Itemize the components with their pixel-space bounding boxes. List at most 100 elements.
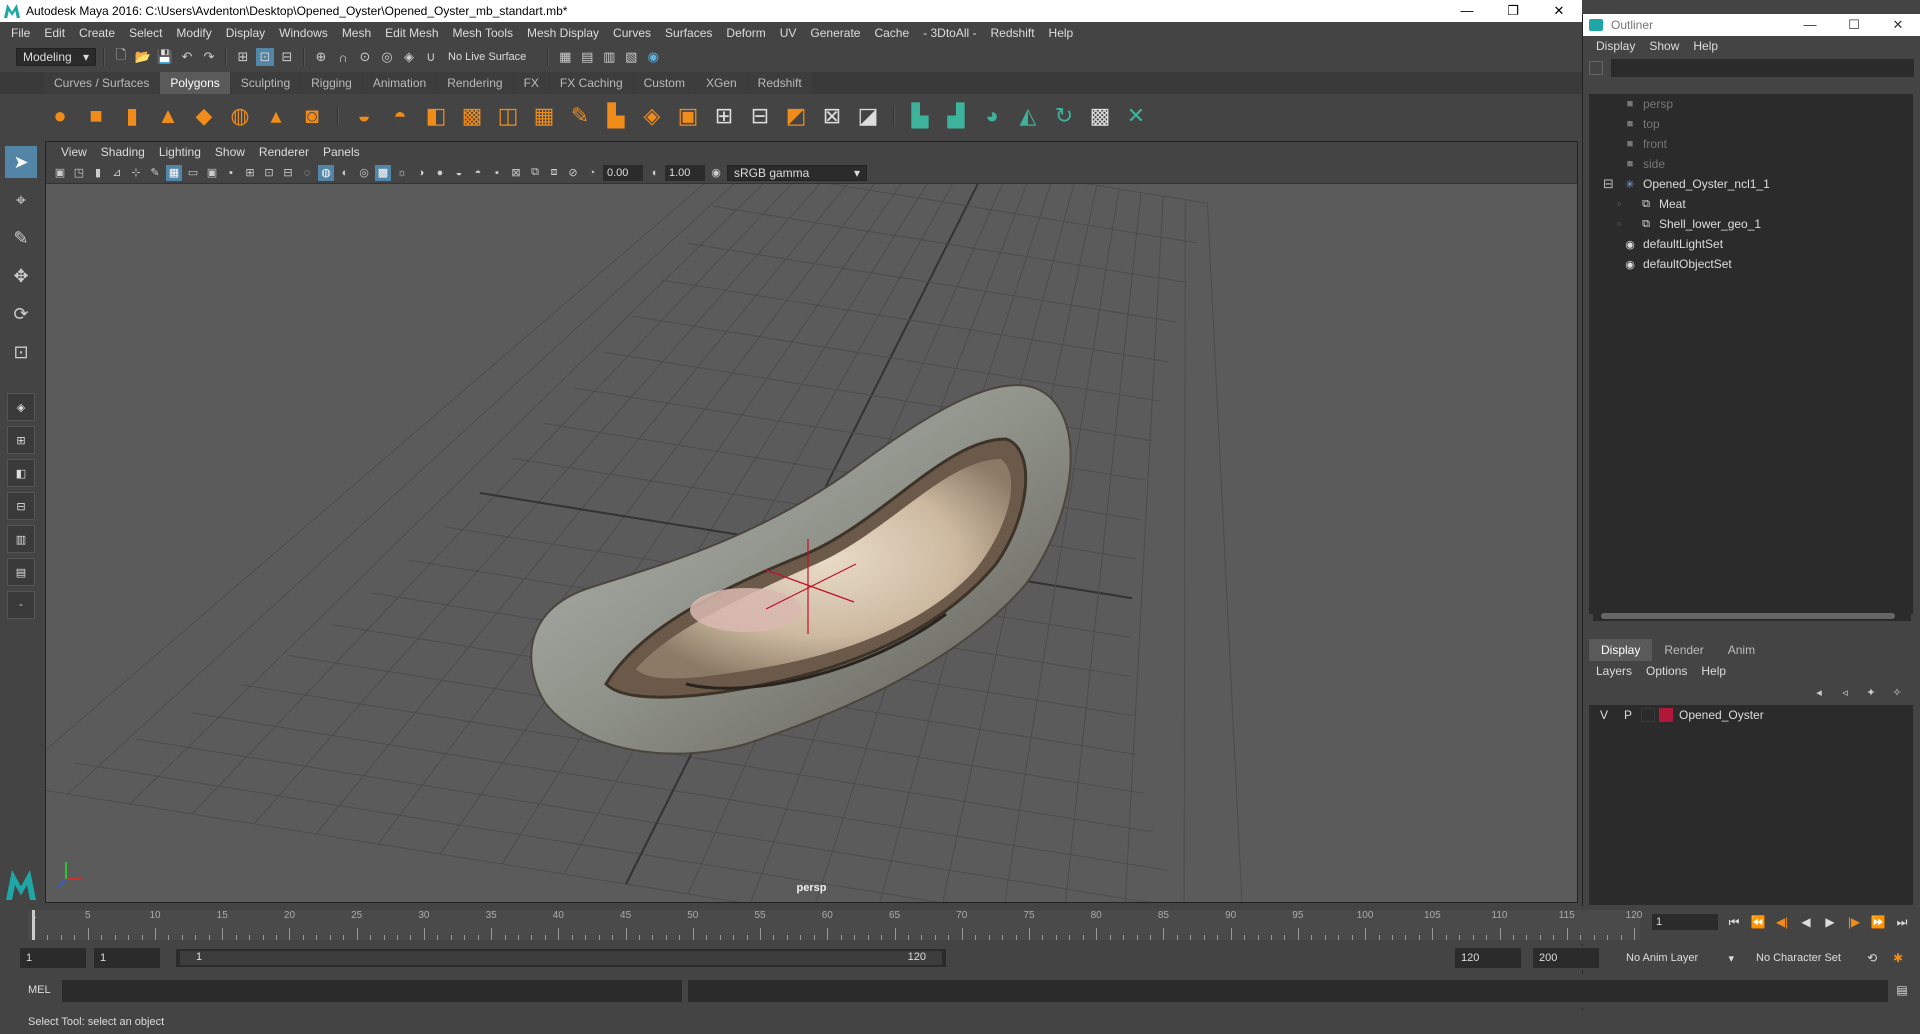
playback-start-field[interactable]: 1	[94, 948, 160, 968]
step-forward-key-icon[interactable]: |▶	[1846, 914, 1862, 930]
poly-sphere-icon[interactable]: ●	[46, 102, 74, 130]
outliner-item[interactable]: ○ ⧉ Shell_lower_geo_1	[1589, 214, 1913, 234]
append-icon[interactable]: ◪	[854, 102, 882, 130]
viewport-menu-lighting[interactable]: Lighting	[152, 145, 208, 159]
menu-cache[interactable]: Cache	[867, 26, 916, 40]
shelf-tab-rendering[interactable]: Rendering	[437, 72, 513, 94]
move-layer-up-icon[interactable]: ◂	[1811, 684, 1827, 700]
menu-select[interactable]: Select	[122, 26, 169, 40]
step-forward-frame-icon[interactable]: ⏩	[1870, 914, 1886, 930]
xray-joints-icon[interactable]: ⊘	[565, 165, 581, 181]
persp-outliner-layout-icon[interactable]: ▥	[7, 525, 35, 553]
shelf-tab-curves-surfaces[interactable]: Curves / Surfaces	[44, 72, 160, 94]
time-slider-track[interactable]: 1510152025303540455055606570758085909510…	[28, 910, 1642, 940]
snap-grid-icon[interactable]: ⊕	[312, 48, 330, 66]
bookmark-icon[interactable]: ▮	[90, 165, 106, 181]
close-button[interactable]: ✕	[1536, 0, 1582, 22]
uv-cylindrical-icon[interactable]: ▟	[942, 102, 970, 130]
restore-button[interactable]: ❐	[1490, 0, 1536, 22]
range-slider-fill[interactable]	[180, 951, 942, 965]
shelf-tab-xgen[interactable]: XGen	[695, 72, 747, 94]
poly-cylinder-icon[interactable]: ▮	[118, 102, 146, 130]
smooth-icon[interactable]: ▩	[458, 102, 486, 130]
mode-dropdown[interactable]: Modeling ▾	[16, 48, 96, 66]
collapse-icon[interactable]: ◩	[782, 102, 810, 130]
new-empty-layer-icon[interactable]: ✦	[1863, 684, 1879, 700]
layer-visibility-toggle[interactable]: V	[1595, 708, 1613, 722]
scene-canvas[interactable]	[46, 184, 1577, 902]
wireframe-icon[interactable]: ◌	[299, 165, 315, 181]
paint-select-tool-icon[interactable]: ✎	[5, 222, 37, 254]
anti-aliasing-icon[interactable]: ◓	[470, 165, 486, 181]
viewport-panel[interactable]: View Shading Lighting Show Renderer Panels ▣ …	[45, 141, 1578, 903]
outliner-menu-help[interactable]: Help	[1686, 39, 1725, 53]
menu-create[interactable]: Create	[72, 26, 122, 40]
fill-hole-icon[interactable]: ▣	[674, 102, 702, 130]
range-slider[interactable]: 1 120	[176, 949, 946, 967]
layer-color-swatch[interactable]	[1659, 708, 1673, 722]
render-settings-icon[interactable]: ▦	[556, 48, 574, 66]
render-frame-icon[interactable]: ▤	[578, 48, 596, 66]
bevel-icon[interactable]: ◈	[638, 102, 666, 130]
shelf-tab-rigging[interactable]: Rigging	[301, 72, 362, 94]
poly-pipe-icon[interactable]: ◙	[298, 102, 326, 130]
shelf-tab-polygons[interactable]: Polygons	[160, 72, 230, 94]
insert-edge-loop-icon[interactable]: ▙	[602, 102, 630, 130]
oyster-model[interactable]	[530, 384, 1072, 755]
poly-pyramid-icon[interactable]: ▴	[262, 102, 290, 130]
menu-uv[interactable]: UV	[773, 26, 804, 40]
more-layouts-icon[interactable]: -	[7, 591, 35, 619]
viewport-menu-panels[interactable]: Panels	[316, 145, 367, 159]
camera-attributes-icon[interactable]: ◳	[71, 165, 87, 181]
gamma-icon[interactable]: ◖	[646, 165, 662, 181]
menu-windows[interactable]: Windows	[272, 26, 335, 40]
shelf-tab-custom[interactable]: Custom	[633, 72, 695, 94]
menu-curves[interactable]: Curves	[606, 26, 658, 40]
grid-toggle-icon[interactable]: ▦	[166, 164, 182, 181]
snap-point-icon[interactable]: ⊙	[356, 48, 374, 66]
2d-pan-zoom-icon[interactable]: ⊹	[128, 165, 144, 181]
redo-icon[interactable]: ↷	[200, 48, 218, 66]
outliner-minimize-button[interactable]: —	[1788, 17, 1832, 33]
outliner-item[interactable]: ■ front	[1589, 134, 1913, 154]
layer-menu-layers[interactable]: Layers	[1589, 664, 1639, 678]
menu-3dtoall[interactable]: - 3DtoAll -	[916, 26, 983, 40]
menu-display[interactable]: Display	[219, 26, 272, 40]
step-back-key-icon[interactable]: ◀|	[1774, 914, 1790, 930]
target-weld-icon[interactable]: ⊞	[710, 102, 738, 130]
animation-start-field[interactable]: 1	[20, 948, 86, 968]
poly-cube-icon[interactable]: ■	[82, 102, 110, 130]
multi-cut-icon[interactable]: ✎	[566, 102, 594, 130]
layer-tab-display[interactable]: Display	[1589, 639, 1653, 661]
uv-spherical-icon[interactable]: ◕	[978, 102, 1006, 130]
bridge-icon[interactable]: ▦	[530, 102, 558, 130]
menu-file[interactable]: File	[4, 26, 37, 40]
outliner-item[interactable]: ◉ defaultObjectSet	[1589, 254, 1913, 274]
safe-title-icon[interactable]: ⊟	[280, 165, 296, 181]
rotate-tool-icon[interactable]: ⟳	[5, 298, 37, 330]
mirror-icon[interactable]: ◧	[422, 102, 450, 130]
go-to-end-icon[interactable]: ⏭	[1894, 914, 1910, 930]
viewport-menu-view[interactable]: View	[54, 145, 94, 159]
layer-menu-options[interactable]: Options	[1639, 664, 1694, 678]
single-view-layout-icon[interactable]: ◈	[7, 393, 35, 421]
four-view-layout-icon[interactable]: ⊞	[7, 426, 35, 454]
outliner-tree[interactable]: ■ persp ■ top ■ front ■ side ⊟ ✳ Opened_Oyster_ncl…	[1589, 94, 1913, 614]
select-object-icon[interactable]: ⊡	[256, 48, 274, 66]
poly-plane-icon[interactable]: ◆	[190, 102, 218, 130]
viewport-menu-show[interactable]: Show	[208, 145, 252, 159]
minimize-button[interactable]: —	[1444, 0, 1490, 22]
outliner-item[interactable]: ◉ defaultLightSet	[1589, 234, 1913, 254]
viewport-menu-shading[interactable]: Shading	[94, 145, 152, 159]
viewport-menu-renderer[interactable]: Renderer	[252, 145, 316, 159]
layer-menu-help[interactable]: Help	[1694, 664, 1733, 678]
shadows-icon[interactable]: ◑	[413, 165, 429, 181]
combine-icon[interactable]: ◒	[350, 102, 378, 130]
menu-modify[interactable]: Modify	[169, 26, 218, 40]
menu-mesh-display[interactable]: Mesh Display	[520, 26, 606, 40]
playback-end-field[interactable]: 120	[1455, 948, 1521, 968]
outliner-layout-icon[interactable]: ▤	[7, 558, 35, 586]
xray-active-icon[interactable]: ⧈	[546, 165, 562, 181]
current-frame-field[interactable]: 1	[1652, 914, 1718, 930]
separate-icon[interactable]: ◓	[386, 102, 414, 130]
